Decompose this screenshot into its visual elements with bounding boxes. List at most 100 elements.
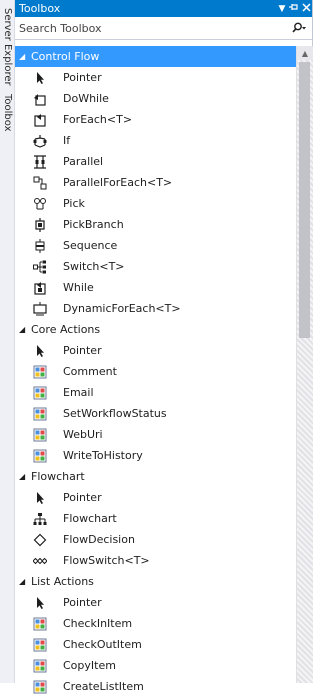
toolbox-item[interactable]: Pick <box>15 193 296 214</box>
expand-arrow-icon[interactable]: ◢ <box>19 472 29 481</box>
toolbox-item[interactable]: ParallelForEach<T> <box>15 172 296 193</box>
toolbox-item[interactable]: Switch<T> <box>15 256 296 277</box>
toolbox-item[interactable]: Pointer <box>15 67 296 88</box>
toolbox-item-label: CheckInItem <box>63 617 133 630</box>
activity-icon <box>33 428 47 442</box>
toolbox-item-label: DynamicForEach<T> <box>63 302 181 315</box>
toolbox-item-label: WebUri <box>63 428 103 441</box>
scroll-up-icon[interactable]: ▲ <box>297 46 313 60</box>
toolbox-item-label: Comment <box>63 365 117 378</box>
toolbox-item-label: Pointer <box>63 491 102 504</box>
activity-icon <box>33 659 47 673</box>
toolbox-item[interactable]: Sequence <box>15 235 296 256</box>
toolbox-item[interactable]: CheckOutItem <box>15 634 296 655</box>
pointer-icon <box>33 71 47 85</box>
dowhile-icon <box>33 92 47 106</box>
toolbox-item[interactable]: If <box>15 130 296 151</box>
toolbox-item-label: DoWhile <box>63 92 109 105</box>
toolbox-item-list: ◢ Control Flow Pointer DoWhile ForEach<T> If P… <box>15 46 296 697</box>
sequence-icon <box>33 238 47 253</box>
activity-icon <box>33 365 47 379</box>
toolbox-item[interactable]: Parallel <box>15 151 296 172</box>
toolbox-item-label: FlowDecision <box>63 533 135 546</box>
expand-arrow-icon[interactable]: ◢ <box>19 52 29 61</box>
scrollbar-thumb[interactable] <box>299 62 310 338</box>
group-header[interactable]: ◢ Core Actions <box>15 319 296 340</box>
flowswitch-icon <box>33 554 47 568</box>
dropdown-icon[interactable]: ▼ <box>276 4 288 14</box>
toolbox-item[interactable]: PickBranch <box>15 214 296 235</box>
group-header-label: Flowchart <box>31 470 85 483</box>
pickbranch-icon <box>33 217 47 232</box>
search-icon[interactable] <box>286 22 312 34</box>
toolbox-item[interactable]: SetWorkflowStatus <box>15 403 296 424</box>
vertical-scrollbar[interactable]: ▲ <box>296 46 313 683</box>
toolbox-item-label: Pointer <box>63 596 102 609</box>
search-box <box>15 17 312 40</box>
activity-icon <box>33 449 47 463</box>
activity-icon <box>33 680 47 694</box>
toolbox-item[interactable]: CreateListItem <box>15 676 296 697</box>
toolbox-item-label: Switch<T> <box>63 260 125 273</box>
toolbox-item-label: Parallel <box>63 155 104 168</box>
window-title: Toolbox <box>19 2 61 15</box>
group-header-label: List Actions <box>31 575 94 588</box>
toolbox-item[interactable]: CopyItem <box>15 655 296 676</box>
switch-icon <box>33 260 47 274</box>
group-header[interactable]: ◢ Flowchart <box>15 466 296 487</box>
search-input[interactable] <box>19 21 286 35</box>
toolbox-item-label: If <box>63 134 71 147</box>
toolbox-item[interactable]: Pointer <box>15 592 296 613</box>
toolbox-item[interactable]: Pointer <box>15 487 296 508</box>
toolbox-item[interactable]: Comment <box>15 361 296 382</box>
group-header[interactable]: ◢ List Actions <box>15 571 296 592</box>
toolbox-item-label: Pick <box>63 197 85 210</box>
toolbox-panel: Toolbox ▼ ◢Control Flow Pointer DoWhile For… <box>15 0 313 693</box>
toolbox-item[interactable]: Email <box>15 382 296 403</box>
expand-arrow-icon[interactable]: ◢ <box>19 577 29 586</box>
flowdecision-icon <box>33 533 47 547</box>
activity-icon <box>33 407 47 421</box>
parallel-icon <box>33 154 47 169</box>
toolbox-item-label: ForEach<T> <box>63 113 133 126</box>
pick-icon <box>33 197 47 211</box>
group-header[interactable]: ◢ Control Flow <box>15 46 296 67</box>
toolbox-item[interactable]: WriteToHistory <box>15 445 296 466</box>
parallel-foreach-icon <box>33 176 47 190</box>
toolbox-item[interactable]: ForEach<T> <box>15 109 296 130</box>
toolbox-item[interactable]: DynamicForEach<T> <box>15 298 296 319</box>
toolbox-side-tab[interactable]: Toolbox <box>1 94 13 132</box>
activity-icon <box>33 386 47 400</box>
activity-icon <box>33 638 47 652</box>
toolbox-item[interactable]: CheckInItem <box>15 613 296 634</box>
dynamic-foreach-icon <box>33 301 47 316</box>
toolbox-item[interactable]: While <box>15 277 296 298</box>
expand-arrow-icon[interactable]: ◢ <box>19 325 29 334</box>
side-tab-strip: Server Explorer Toolbox <box>0 0 15 683</box>
toolbox-item[interactable]: FlowDecision <box>15 529 296 550</box>
flowchart-icon <box>33 512 47 526</box>
toolbox-item-label: Sequence <box>63 239 118 252</box>
close-icon[interactable] <box>300 2 312 15</box>
toolbox-item[interactable]: Flowchart <box>15 508 296 529</box>
toolbox-item-label: CopyItem <box>63 659 116 672</box>
toolbox-item[interactable]: WebUri <box>15 424 296 445</box>
pointer-icon <box>33 596 47 610</box>
pin-icon[interactable] <box>288 2 300 15</box>
toolbox-item[interactable]: FlowSwitch<T> <box>15 550 296 571</box>
toolbox-item[interactable]: DoWhile <box>15 88 296 109</box>
toolbox-title-bar[interactable]: Toolbox ▼ <box>15 0 312 17</box>
if-icon <box>33 134 47 148</box>
group-header-label: Core Actions <box>31 323 101 336</box>
toolbox-item-label: WriteToHistory <box>63 449 143 462</box>
toolbox-item-label: While <box>63 281 94 294</box>
toolbox-item-label: PickBranch <box>63 218 124 231</box>
toolbox-item-label: SetWorkflowStatus <box>63 407 167 420</box>
toolbox-item[interactable]: Pointer <box>15 340 296 361</box>
toolbox-item-label: FlowSwitch<T> <box>63 554 150 567</box>
toolbox-item-label: CreateListItem <box>63 680 144 693</box>
foreach-icon <box>33 113 47 127</box>
toolbox-item-label: ParallelForEach<T> <box>63 176 173 189</box>
server-explorer-tab[interactable]: Server Explorer <box>1 8 13 86</box>
toolbox-item-label: Pointer <box>63 71 102 84</box>
